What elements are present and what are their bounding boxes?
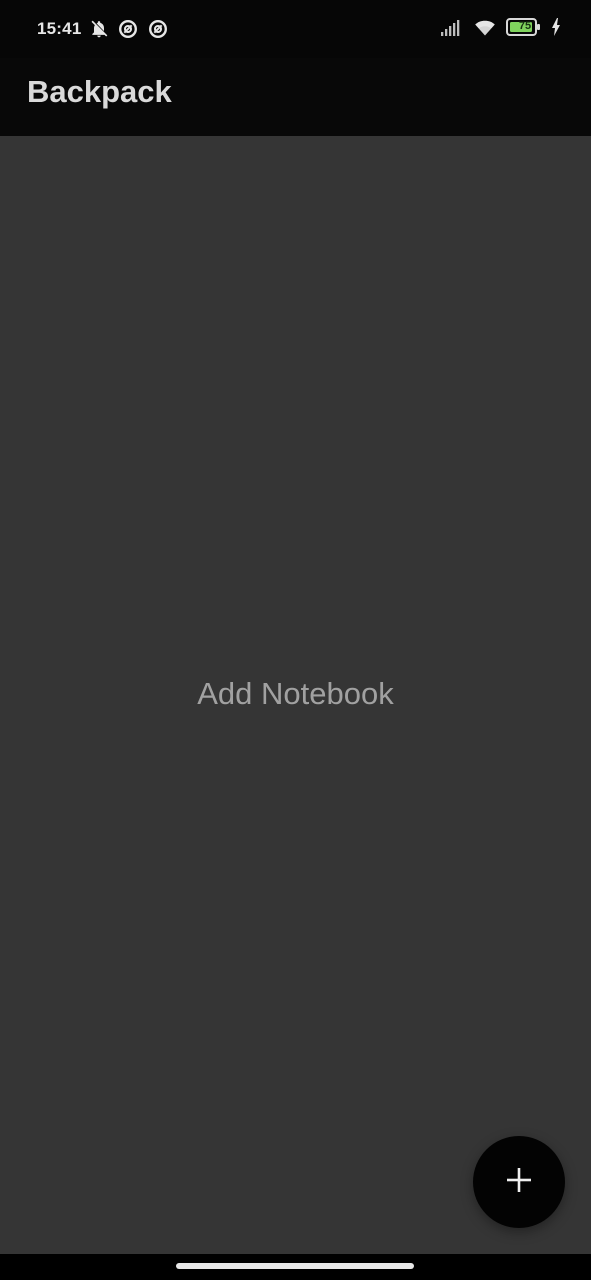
- status-bar: 15:41 75: [0, 0, 591, 58]
- data-saver-icon: [147, 18, 169, 40]
- notebook-list-area: Add Notebook: [0, 136, 591, 1254]
- cellular-signal-icon: [439, 17, 464, 37]
- bell-off-icon: [89, 19, 109, 39]
- data-saver-icon: [117, 18, 139, 40]
- status-right-icons: 75: [439, 17, 561, 37]
- add-notebook-button[interactable]: [473, 1136, 565, 1228]
- status-time: 15:41: [37, 19, 82, 38]
- page-title: Backpack: [27, 74, 172, 109]
- charging-bolt-icon: [551, 18, 561, 36]
- home-gesture-bar[interactable]: [176, 1263, 414, 1269]
- app-screen: 15:41 75 Backpack Add Notebook: [0, 0, 591, 1280]
- system-navigation-bar: [0, 1254, 591, 1280]
- wifi-icon: [473, 17, 497, 37]
- battery-icon: 75: [506, 17, 542, 37]
- app-bar: Backpack: [0, 58, 591, 136]
- plus-icon: [505, 1166, 533, 1199]
- status-left-icons: [89, 18, 169, 40]
- add-notebook-empty-state: Add Notebook: [197, 676, 394, 711]
- battery-level: 75: [518, 20, 532, 32]
